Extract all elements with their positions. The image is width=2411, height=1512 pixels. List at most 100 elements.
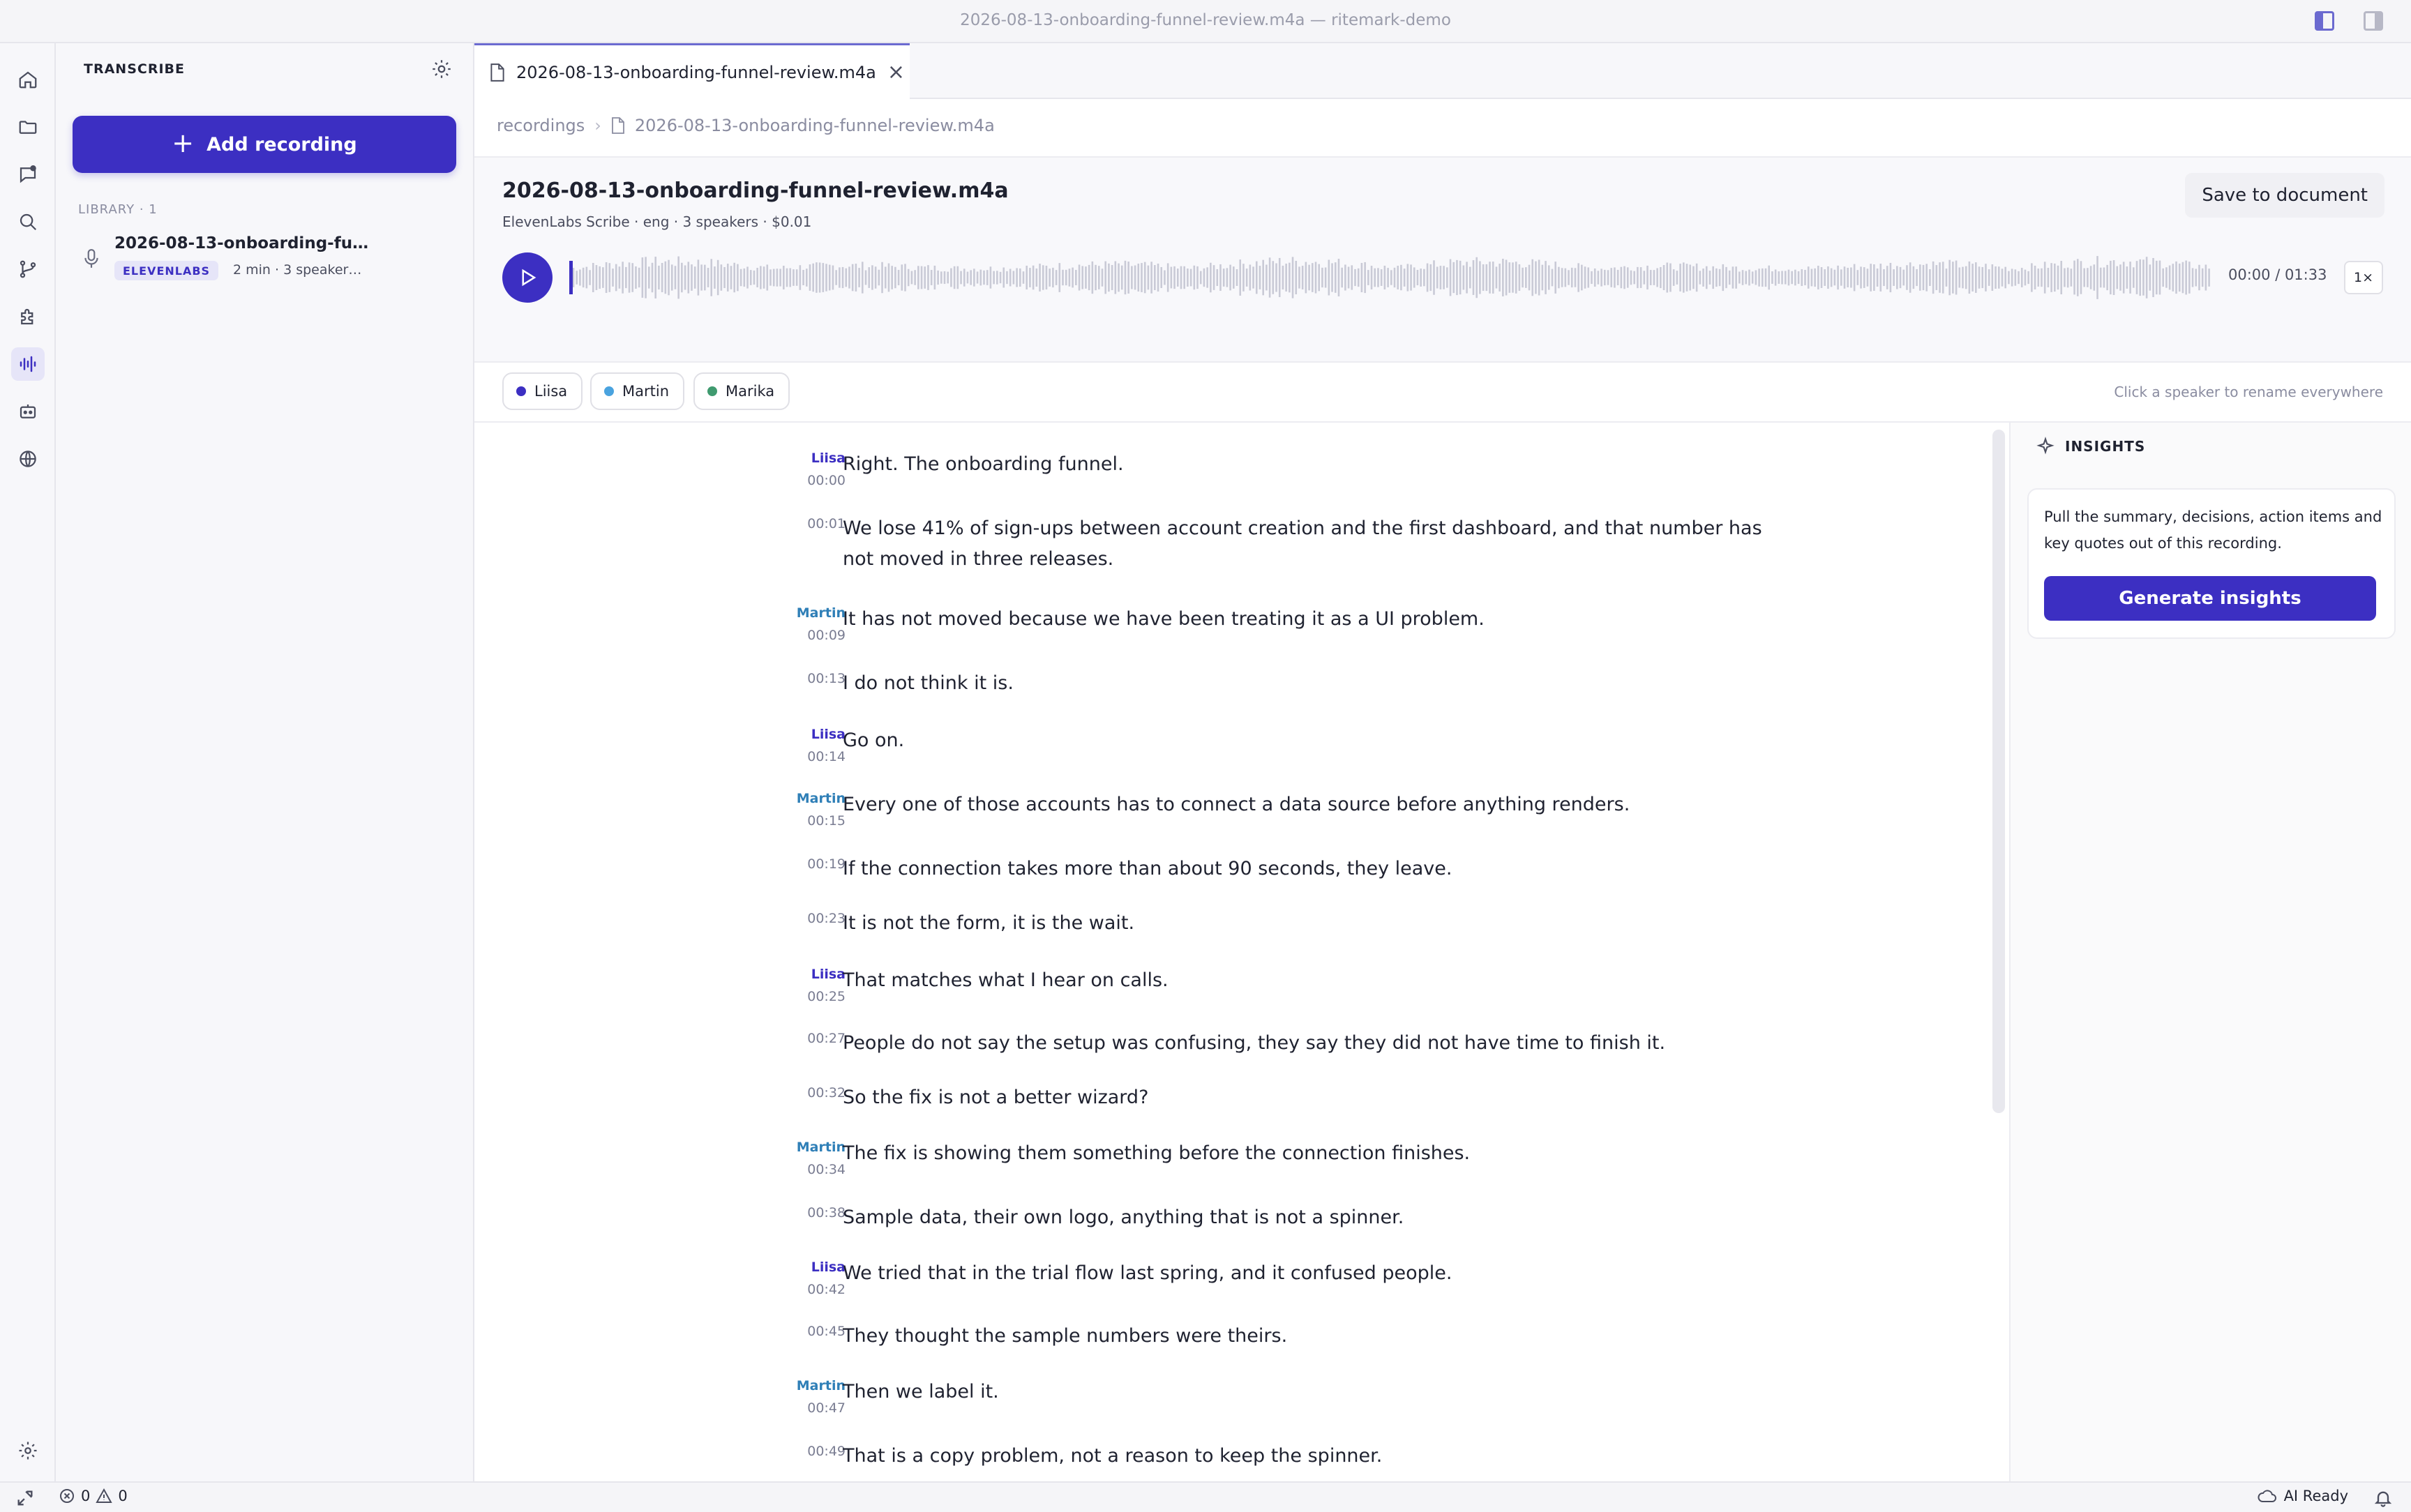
transcribe-sidebar: TRANSCRIBE + Add recording LIBRARY · 1 2… bbox=[56, 43, 474, 1481]
segment-timestamp[interactable]: 00:34 bbox=[807, 1162, 846, 1177]
sidebar-title: TRANSCRIBE bbox=[84, 61, 185, 77]
segment-text: That matches what I hear on calls. bbox=[843, 969, 1169, 991]
segment-timestamp[interactable]: 00:47 bbox=[807, 1400, 846, 1416]
speakers-row: Liisa Martin Marika Click a speaker to r… bbox=[474, 363, 2411, 423]
remote-icon[interactable] bbox=[15, 1488, 35, 1508]
segment-text: People do not say the setup was confusin… bbox=[843, 1032, 1666, 1054]
tab-recording[interactable]: 2026-08-13-onboarding-funnel-review.m4a … bbox=[474, 43, 910, 99]
speaker-chip-marika[interactable]: Marika bbox=[693, 372, 790, 410]
chevron-right-icon: › bbox=[594, 116, 601, 135]
search-icon[interactable] bbox=[11, 205, 45, 239]
segment-timestamp[interactable]: 00:09 bbox=[807, 628, 846, 643]
segment-text: Sample data, their own logo, anything th… bbox=[843, 1207, 1404, 1228]
segment-speaker[interactable]: Liisa bbox=[811, 451, 846, 466]
segment-timestamp[interactable]: 00:49 bbox=[807, 1444, 846, 1459]
segment-timestamp[interactable]: 00:00 bbox=[807, 473, 846, 488]
segment-timestamp[interactable]: 00:25 bbox=[807, 989, 846, 1004]
segment-text: I do not think it is. bbox=[843, 672, 1014, 694]
segment-timestamp[interactable]: 00:14 bbox=[807, 749, 846, 764]
segment-timestamp[interactable]: 00:45 bbox=[807, 1324, 846, 1339]
status-bar: 0 0 AI Ready bbox=[0, 1481, 2411, 1512]
home-icon[interactable] bbox=[11, 63, 45, 96]
close-icon[interactable]: × bbox=[887, 60, 905, 84]
speakers-hint: Click a speaker to rename everywhere bbox=[2114, 384, 2383, 400]
segment-speaker[interactable]: Martin bbox=[797, 1378, 846, 1393]
recording-meta: ElevenLabs Scribe · eng · 3 speakers · $… bbox=[502, 213, 812, 230]
segment-text: The fix is showing them something before… bbox=[843, 1142, 1471, 1164]
puzzle-icon[interactable] bbox=[11, 300, 45, 333]
segment-timestamp[interactable]: 00:01 bbox=[807, 516, 846, 531]
speaker-color-dot bbox=[604, 386, 614, 396]
ai-status[interactable]: AI Ready bbox=[2258, 1488, 2348, 1504]
globe-icon[interactable] bbox=[11, 442, 45, 476]
toggle-sidebar-icon[interactable] bbox=[2315, 11, 2334, 31]
playhead bbox=[569, 261, 573, 294]
folder-icon[interactable] bbox=[11, 110, 45, 144]
segment-text: It is not the form, it is the wait. bbox=[843, 912, 1135, 934]
warning-count: 0 bbox=[118, 1488, 128, 1504]
plus-icon: + bbox=[172, 128, 195, 158]
segment-timestamp[interactable]: 00:42 bbox=[807, 1282, 846, 1297]
segment-speaker[interactable]: Liisa bbox=[811, 727, 846, 742]
breadcrumb-file[interactable]: 2026-08-13-onboarding-funnel-review.m4a bbox=[635, 116, 995, 135]
gear-icon[interactable] bbox=[11, 1434, 45, 1467]
insights-card: Pull the summary, decisions, action item… bbox=[2027, 488, 2396, 639]
provider-badge: ELEVENLABS bbox=[114, 261, 219, 280]
breadcrumb: recordings › 2026-08-13-onboarding-funne… bbox=[497, 116, 995, 135]
segment-timestamp[interactable]: 00:23 bbox=[807, 911, 846, 926]
warning-icon bbox=[96, 1488, 113, 1503]
problems-indicator[interactable]: 0 0 bbox=[59, 1488, 128, 1504]
waveform-icon[interactable] bbox=[11, 347, 45, 381]
tab-bar: 2026-08-13-onboarding-funnel-review.m4a … bbox=[474, 43, 2411, 99]
segment-speaker[interactable]: Martin bbox=[797, 1140, 846, 1155]
play-button[interactable] bbox=[502, 252, 553, 303]
segment-timestamp[interactable]: 00:27 bbox=[807, 1031, 846, 1046]
transcript-scrollbar[interactable] bbox=[1992, 430, 2005, 1113]
ai-status-label: AI Ready bbox=[2283, 1488, 2348, 1504]
bell-icon[interactable] bbox=[2373, 1488, 2393, 1508]
robot-icon[interactable] bbox=[11, 395, 45, 428]
file-icon bbox=[490, 63, 504, 82]
segment-text: So the fix is not a better wizard? bbox=[843, 1087, 1149, 1108]
recording-header: 2026-08-13-onboarding-funnel-review.m4a … bbox=[474, 156, 2411, 363]
playback-speed-button[interactable]: 1× bbox=[2344, 261, 2383, 294]
window-titlebar: 2026-08-13-onboarding-funnel-review.m4a … bbox=[0, 0, 2411, 43]
library-item-meta: 2 min · 3 speaker… bbox=[233, 262, 362, 278]
playback-timecode: 00:00 / 01:33 bbox=[2228, 266, 2327, 283]
file-icon bbox=[611, 117, 624, 134]
generate-insights-button[interactable]: Generate insights bbox=[2044, 576, 2376, 621]
recording-title: 2026-08-13-onboarding-funnel-review.m4a bbox=[502, 179, 1009, 203]
segment-speaker[interactable]: Liisa bbox=[811, 967, 846, 982]
library-label: LIBRARY · 1 bbox=[78, 202, 158, 217]
speaker-chip-martin[interactable]: Martin bbox=[590, 372, 684, 410]
speaker-chip-label: Liisa bbox=[534, 383, 568, 400]
speaker-chip-label: Martin bbox=[622, 383, 669, 400]
save-to-document-button[interactable]: Save to document bbox=[2185, 173, 2384, 218]
transcript-panel: Liisa 00:00 Right. The onboarding funnel. 0… bbox=[474, 423, 2009, 1481]
microphone-icon bbox=[84, 249, 98, 268]
segment-timestamp[interactable]: 00:13 bbox=[807, 671, 846, 686]
segment-speaker[interactable]: Liisa bbox=[811, 1260, 846, 1275]
segment-timestamp[interactable]: 00:15 bbox=[807, 813, 846, 829]
chat-icon[interactable] bbox=[11, 158, 45, 191]
git-branch-icon[interactable] bbox=[11, 252, 45, 286]
segment-speaker[interactable]: Martin bbox=[797, 791, 846, 806]
segment-speaker[interactable]: Martin bbox=[797, 605, 846, 621]
breadcrumb-root[interactable]: recordings bbox=[497, 116, 585, 135]
speaker-chip-liisa[interactable]: Liisa bbox=[502, 372, 583, 410]
audio-waveform[interactable] bbox=[569, 255, 2211, 300]
segment-timestamp[interactable]: 00:19 bbox=[807, 856, 846, 872]
toggle-secondary-sidebar-icon[interactable] bbox=[2364, 11, 2383, 31]
settings-gear-icon[interactable] bbox=[430, 57, 453, 81]
speaker-color-dot bbox=[707, 386, 717, 396]
sparkle-icon bbox=[2036, 437, 2055, 455]
library-item[interactable]: 2026-08-13-onboarding-fu… ELEVENLABS 2 m… bbox=[75, 233, 458, 289]
insights-panel: INSIGHTS Pull the summary, decisions, ac… bbox=[2009, 423, 2411, 1481]
add-recording-button[interactable]: + Add recording bbox=[73, 116, 456, 173]
segment-text: Right. The onboarding funnel. bbox=[843, 453, 1124, 475]
segment-text: If the connection takes more than about … bbox=[843, 858, 1452, 879]
segment-text: We tried that in the trial flow last spr… bbox=[843, 1262, 1452, 1284]
tab-label: 2026-08-13-onboarding-funnel-review.m4a bbox=[516, 62, 876, 82]
segment-timestamp[interactable]: 00:38 bbox=[807, 1205, 846, 1220]
segment-timestamp[interactable]: 00:32 bbox=[807, 1085, 846, 1101]
